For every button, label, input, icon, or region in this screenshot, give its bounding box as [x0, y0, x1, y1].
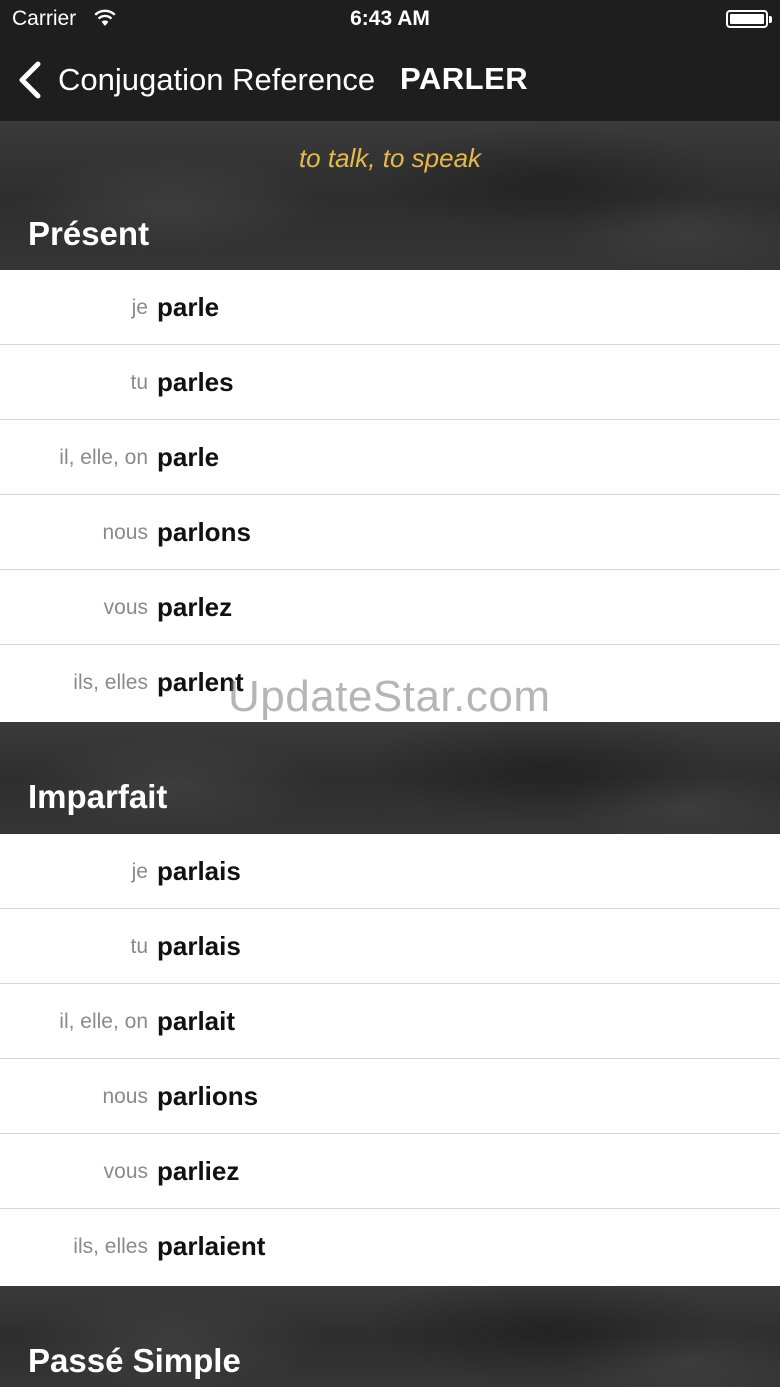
pronoun-label: il, elle, on: [59, 1010, 148, 1033]
section-header-present: to talk, to speak Présent: [0, 121, 780, 270]
conjugation-list-present: je parle tu parles il, elle, on parle no…: [0, 270, 780, 720]
verb-translation: to talk, to speak: [298, 143, 482, 173]
verb-form: parles: [157, 367, 234, 397]
section-header-passe-simple: Passé Simple: [0, 1286, 780, 1387]
section-title: Passé Simple: [28, 1342, 241, 1379]
section-title: Imparfait: [28, 778, 168, 815]
verb-form: parliez: [157, 1156, 240, 1186]
conjugation-list-imparfait: je parlais tu parlais il, elle, on parla…: [0, 834, 780, 1284]
section-header-imparfait: Imparfait: [0, 722, 780, 834]
pronoun-label: ils, elles: [73, 671, 148, 694]
list-item[interactable]: vous parliez: [0, 1134, 780, 1209]
list-item[interactable]: nous parlions: [0, 1059, 780, 1134]
status-time: 6:43 AM: [350, 7, 430, 30]
verb-form: parlions: [157, 1081, 259, 1111]
back-button[interactable]: Conjugation Reference: [16, 58, 375, 102]
verb-form: parlais: [157, 856, 241, 886]
back-button-label: Conjugation Reference: [58, 62, 376, 97]
verb-form: parlons: [157, 517, 251, 547]
pronoun-label: je: [131, 296, 148, 319]
list-item[interactable]: tu parlais: [0, 909, 780, 984]
chevron-left-icon: [19, 61, 41, 99]
pronoun-label: tu: [130, 935, 148, 958]
verb-form: parlez: [157, 592, 233, 622]
verb-form: parle: [157, 442, 220, 472]
verb-form: parlaient: [157, 1231, 266, 1261]
verb-form: parlais: [157, 931, 241, 961]
list-item[interactable]: je parlais: [0, 834, 780, 909]
watermark-text: UpdateStar.com: [228, 672, 551, 721]
pronoun-label: il, elle, on: [59, 446, 148, 469]
pronoun-label: vous: [103, 596, 148, 619]
status-bar: Carrier 6:43 AM: [0, 0, 780, 40]
list-item[interactable]: vous parlez: [0, 570, 780, 645]
pronoun-label: nous: [102, 521, 148, 544]
section-title: Présent: [28, 215, 150, 252]
battery-icon: [726, 10, 772, 28]
verb-form: parle: [157, 292, 220, 322]
pronoun-label: vous: [103, 1160, 148, 1183]
pronoun-label: nous: [102, 1085, 148, 1108]
verb-form: parlait: [157, 1006, 236, 1036]
page-title: PARLER: [400, 61, 529, 96]
pronoun-label: je: [131, 860, 148, 883]
list-item[interactable]: nous parlons: [0, 495, 780, 570]
navigation-bar: Conjugation Reference PARLER: [0, 48, 780, 112]
list-item[interactable]: ils, elles parlaient: [0, 1209, 780, 1284]
pronoun-label: tu: [130, 371, 148, 394]
pronoun-label: ils, elles: [73, 1235, 148, 1258]
list-item[interactable]: tu parles: [0, 345, 780, 420]
list-item[interactable]: il, elle, on parlait: [0, 984, 780, 1059]
list-item[interactable]: je parle: [0, 270, 780, 345]
list-item[interactable]: il, elle, on parle: [0, 420, 780, 495]
top-bar: Carrier 6:43 AM Conjugation Reference PA…: [0, 0, 780, 121]
